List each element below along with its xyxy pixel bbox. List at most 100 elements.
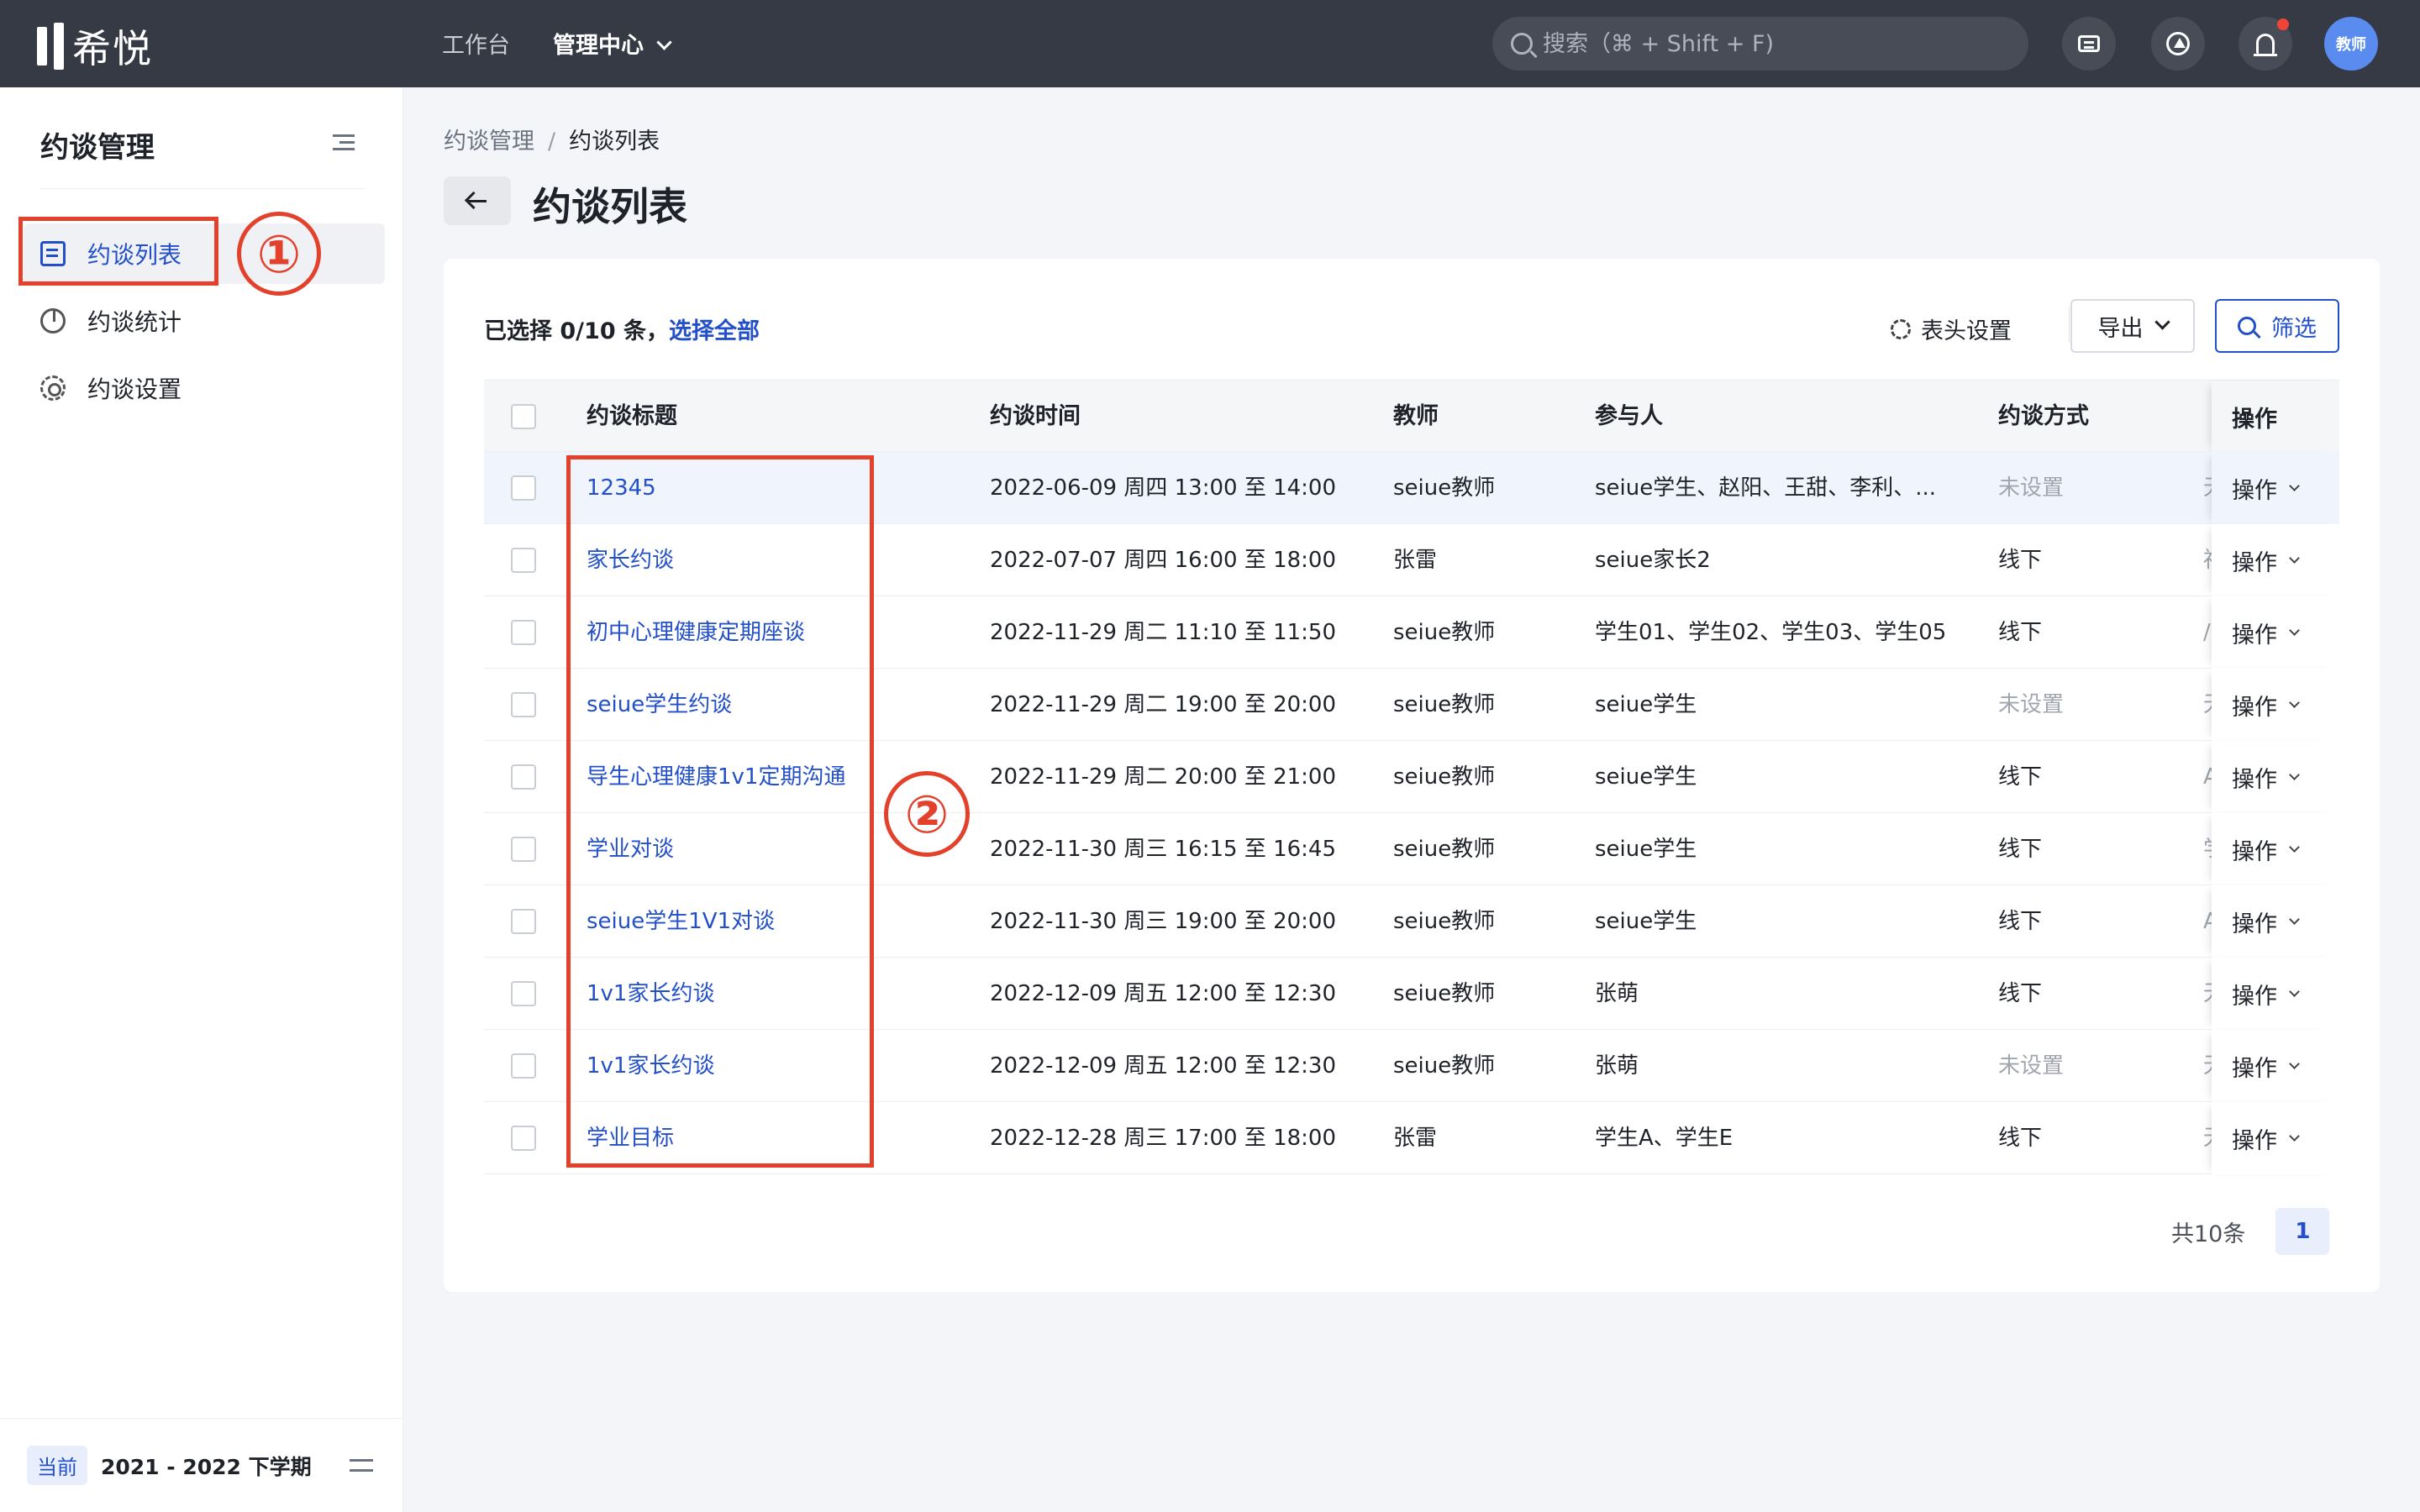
row-actions-dropdown[interactable]: 操作 — [2212, 452, 2339, 524]
row-actions-label: 操作 — [2232, 1127, 2277, 1154]
page-title: 约谈列表 — [533, 184, 687, 229]
selection-info: 已选择 0/10 条，选择全部 — [484, 312, 760, 345]
row-checkbox[interactable] — [511, 1126, 536, 1151]
chevron-down-icon — [2154, 313, 2170, 330]
meeting-time: 2022-11-29 周二 19:00 至 20:00 — [990, 692, 1337, 717]
column-header-actions-label: 操作 — [2232, 406, 2277, 433]
total-count: 共10条 — [2171, 1221, 2246, 1247]
nav-workbench[interactable]: 工作台 — [442, 27, 510, 60]
column-settings-button[interactable]: 表头设置 — [1891, 312, 2012, 345]
collapse-sidebar-icon[interactable] — [333, 134, 355, 151]
row-checkbox[interactable] — [511, 1053, 536, 1079]
meeting-time: 2022-12-09 周五 12:00 至 12:30 — [990, 981, 1337, 1006]
export-label: 导出 — [2097, 315, 2144, 342]
global-search[interactable] — [1492, 17, 2028, 71]
breadcrumb-current: 约谈列表 — [569, 129, 660, 155]
meeting-mode: 线下 — [1998, 909, 2043, 934]
meeting-teacher: 张雷 — [1393, 548, 1438, 573]
swap-icon[interactable] — [350, 1457, 373, 1474]
row-checkbox[interactable] — [511, 981, 536, 1006]
logo[interactable]: 希悦 — [37, 18, 153, 74]
meeting-participants: seiue学生、赵阳、王甜、李利、... — [1595, 475, 1937, 501]
meeting-time: 2022-11-29 周二 20:00 至 21:00 — [990, 764, 1337, 790]
chevron-down-icon — [2289, 1058, 2300, 1069]
meeting-teacher: seiue教师 — [1393, 620, 1496, 645]
select-all-link[interactable]: 选择全部 — [669, 318, 760, 344]
notification-dot — [2277, 18, 2289, 30]
chevron-down-icon — [656, 34, 672, 50]
page-button-1[interactable]: 1 — [2275, 1208, 2330, 1255]
meeting-teacher: seiue教师 — [1393, 837, 1496, 862]
meeting-time: 2022-12-09 周五 12:00 至 12:30 — [990, 1053, 1337, 1079]
meeting-mode: 线下 — [1998, 981, 2043, 1006]
search-input[interactable] — [1541, 29, 2012, 58]
selection-count: 已选择 0/10 条， — [484, 318, 670, 344]
column-header-time[interactable]: 约谈时间 — [990, 381, 1081, 453]
breadcrumb-separator: / — [548, 129, 556, 155]
gear-icon — [40, 375, 66, 401]
meeting-time: 2022-11-30 周三 16:15 至 16:45 — [990, 837, 1337, 862]
clipped-column-cell: 无 — [2203, 1102, 2212, 1174]
row-actions-dropdown[interactable]: 操作 — [2212, 1102, 2339, 1174]
row-actions-dropdown[interactable]: 操作 — [2212, 524, 2339, 596]
breadcrumb-parent[interactable]: 约谈管理 — [444, 129, 534, 155]
sidebar-item-meeting-settings[interactable]: 约谈设置 — [24, 358, 385, 418]
row-checkbox[interactable] — [511, 692, 536, 717]
avatar[interactable]: 教师 — [2324, 17, 2378, 71]
chevron-down-icon — [2289, 696, 2300, 708]
row-checkbox[interactable] — [511, 475, 536, 501]
clipped-column-cell: 福 — [2203, 524, 2212, 596]
row-checkbox[interactable] — [511, 764, 536, 790]
arrow-left-icon — [468, 199, 487, 202]
meeting-participants: 张萌 — [1595, 981, 1639, 1006]
meeting-teacher: seiue教师 — [1393, 981, 1496, 1006]
column-header-title[interactable]: 约谈标题 — [587, 381, 677, 453]
row-checkbox[interactable] — [511, 909, 536, 934]
back-button[interactable] — [444, 176, 511, 225]
meeting-teacher: 张雷 — [1393, 1126, 1438, 1151]
row-actions-dropdown[interactable]: 操作 — [2212, 885, 2339, 958]
meeting-participants: seiue学生 — [1595, 909, 1697, 934]
column-header-teacher[interactable]: 教师 — [1393, 381, 1439, 453]
meeting-mode: 线下 — [1998, 764, 2043, 790]
chevron-down-icon — [2289, 985, 2300, 997]
row-actions-dropdown[interactable]: 操作 — [2212, 958, 2339, 1030]
meeting-participants: seiue学生 — [1595, 692, 1697, 717]
row-actions-label: 操作 — [2232, 766, 2277, 793]
meeting-time: 2022-11-30 周三 19:00 至 20:00 — [990, 909, 1337, 934]
breadcrumb: 约谈管理 / 约谈列表 — [444, 123, 660, 155]
bell-icon — [2254, 34, 2277, 56]
select-all-checkbox[interactable] — [511, 404, 536, 429]
notification-button[interactable] — [2238, 17, 2292, 71]
row-actions-dropdown[interactable]: 操作 — [2212, 741, 2339, 813]
row-checkbox[interactable] — [511, 837, 536, 862]
filter-button[interactable]: 筛选 — [2215, 299, 2339, 353]
column-header-actions: 操作 — [2212, 381, 2339, 453]
meeting-time: 2022-07-07 周四 16:00 至 18:00 — [990, 548, 1337, 573]
column-header-mode[interactable]: 约谈方式 — [1998, 381, 2089, 453]
annotation-box-2 — [566, 455, 874, 1168]
chevron-down-icon — [2289, 624, 2300, 636]
meeting-participants: seiue学生 — [1595, 837, 1697, 862]
term-switcher[interactable]: 当前 2021 - 2022 下学期 — [0, 1418, 403, 1512]
current-term-badge: 当前 — [27, 1446, 87, 1485]
export-button[interactable]: 导出 — [2070, 299, 2195, 353]
meeting-mode: 线下 — [1998, 548, 2043, 573]
row-actions-dropdown[interactable]: 操作 — [2212, 596, 2339, 669]
annotation-box-1 — [18, 217, 218, 286]
row-checkbox[interactable] — [511, 620, 536, 645]
message-button[interactable] — [2062, 17, 2116, 71]
search-icon — [1511, 33, 1533, 55]
row-checkbox[interactable] — [511, 548, 536, 573]
column-header-participants[interactable]: 参与人 — [1595, 381, 1663, 453]
nav-admin-center-label: 管理中心 — [553, 33, 644, 59]
sidebar: 约谈管理 约谈列表 约谈统计 约谈设置 当前 2021 - 2022 下学期 — [0, 87, 403, 1512]
nav-admin-center[interactable]: 管理中心 — [553, 27, 672, 60]
app-store-button[interactable] — [2151, 17, 2205, 71]
row-actions-dropdown[interactable]: 操作 — [2212, 669, 2339, 741]
sidebar-item-meeting-stats[interactable]: 约谈统计 — [24, 291, 385, 351]
row-actions-dropdown[interactable]: 操作 — [2212, 1030, 2339, 1102]
meeting-mode: 线下 — [1998, 620, 2043, 645]
sidebar-item-label: 约谈统计 — [87, 308, 182, 336]
row-actions-dropdown[interactable]: 操作 — [2212, 813, 2339, 885]
